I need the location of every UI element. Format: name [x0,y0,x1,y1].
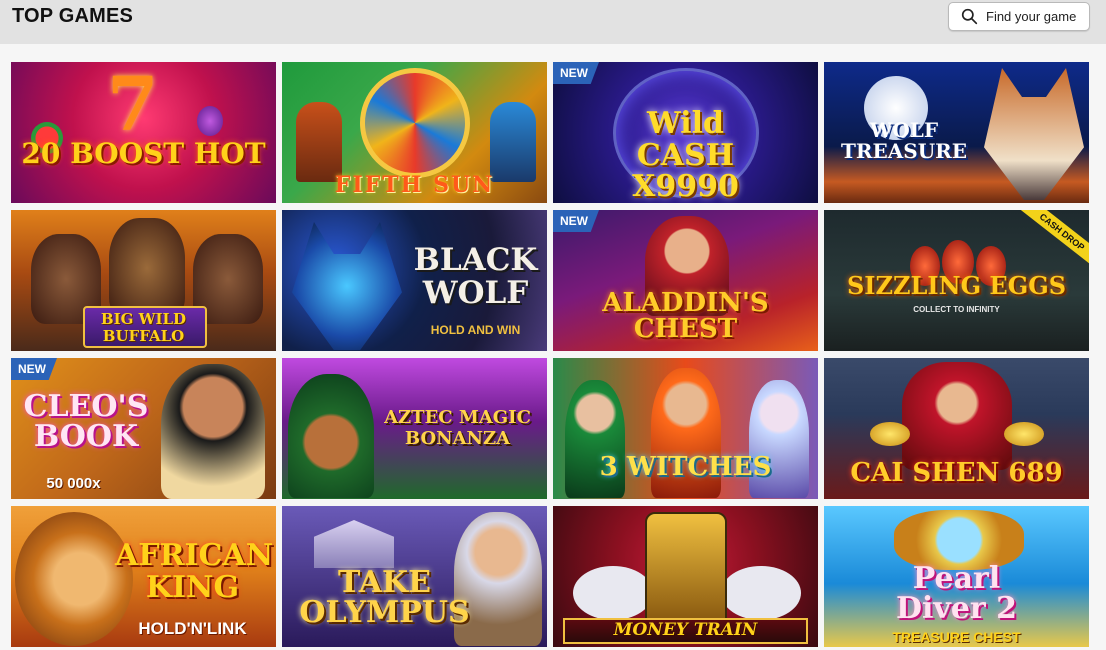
warrior-left-icon [296,102,342,182]
games-grid: 7 20 BOOST HOT FIFTH SUN Wild CASH X9990… [0,44,1106,650]
warrior-right-icon [490,102,536,182]
grapes-icon [197,106,223,136]
game-tile-cai-shen-689[interactable]: CAI SHEN 689 [824,358,1089,499]
game-subtitle: HOLD'N'LINK [138,619,247,638]
sun-wheel-icon [360,68,470,178]
game-title: AZTEC MAGIC BONANZA [384,407,531,449]
game-tile-wolf-treasure[interactable]: WOLF TREASURE [824,62,1089,203]
game-subtitle: 50 000x [46,475,101,492]
game-tile-3-witches[interactable]: 3 WITCHES [553,358,818,499]
game-title: MONEY TRAIN [613,620,758,640]
game-tile-money-train[interactable]: MONEY TRAIN [553,506,818,647]
smoke-cloud-icon [721,566,801,620]
wolf-head-icon [292,222,402,350]
buffalo-icon [109,218,185,318]
smoke-cloud-icon [573,566,653,620]
game-tile-sizzling-eggs[interactable]: SIZZLING EGGS COLLECT TO INFINITY CASH D… [824,210,1089,351]
game-title: WOLF TREASURE [840,118,967,163]
find-game-label: Find your game [986,9,1077,24]
gold-ingot-icon [1004,422,1044,446]
game-tile-cleos-book[interactable]: CLEO'S BOOK 50 000x NEW [11,358,276,499]
game-tile-african-king[interactable]: AFRICAN KING HOLD'N'LINK [11,506,276,647]
search-icon [961,8,978,25]
game-title: AFRICAN KING [115,538,274,605]
game-title: CLEO'S BOOK [23,389,149,454]
game-title: ALADDIN'S CHEST [602,288,769,344]
game-title: CAI SHEN 689 [850,458,1063,488]
new-badge: NEW [553,62,599,84]
game-tile-aladdins-chest[interactable]: ALADDIN'S CHEST NEW [553,210,818,351]
new-badge: NEW [11,358,57,380]
wolf-head-icon [984,68,1084,200]
game-tile-20-boost-hot[interactable]: 7 20 BOOST HOT [11,62,276,203]
cleopatra-icon [161,364,265,499]
game-title: SIZZLING EGGS [846,271,1067,300]
game-title: TAKE OLYMPUS [299,565,470,630]
game-subtitle: COLLECT TO INFINITY [913,305,1000,314]
temple-icon [314,520,394,568]
game-title: 20 BOOST HOT [21,137,266,170]
game-tile-take-olympus[interactable]: TAKE OLYMPUS [282,506,547,647]
game-tile-pearl-diver-2[interactable]: Pearl Diver 2 TREASURE CHEST [824,506,1089,647]
game-title: Pearl Diver 2 [895,561,1018,626]
find-game-button[interactable]: Find your game [948,2,1090,31]
game-tile-aztec-magic-bonanza[interactable]: AZTEC MAGIC BONANZA [282,358,547,499]
game-title: FIFTH SUN [334,172,495,198]
game-tile-wild-cash[interactable]: Wild CASH X9990 NEW [553,62,818,203]
new-badge: NEW [553,210,599,232]
game-subtitle: HOLD AND WIN [430,323,521,337]
game-title: BIG WILD BUFFALO [100,310,187,346]
gold-ingot-icon [870,422,910,446]
game-tile-big-wild-buffalo[interactable]: BIG WILD BUFFALO [11,210,276,351]
page-title: TOP GAMES [12,5,134,27]
train-icon [645,512,727,622]
game-title: BLACK WOLF [413,242,538,311]
cai-shen-icon [902,362,1012,470]
game-title: 3 WITCHES [599,452,772,482]
game-tile-fifth-sun[interactable]: FIFTH SUN [282,62,547,203]
game-title: Wild CASH X9990 [632,106,739,203]
cash-drop-badge: CASH DROP [1013,210,1089,273]
top-bar: TOP GAMES Find your game [0,0,1106,44]
aztec-chief-icon [288,374,374,498]
game-subtitle: TREASURE CHEST [892,629,1021,645]
game-tile-black-wolf[interactable]: BLACK WOLF HOLD AND WIN [282,210,547,351]
seven-symbol-icon: 7 [107,62,159,148]
